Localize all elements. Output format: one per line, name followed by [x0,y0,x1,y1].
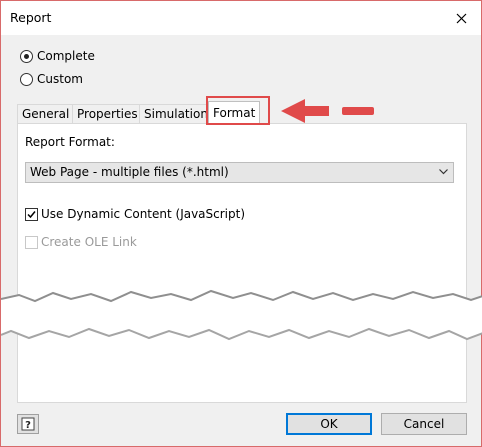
close-icon [456,13,466,23]
radio-custom[interactable]: Custom [20,72,83,86]
ole-link-label: Create OLE Link [41,235,137,249]
report-format-label: Report Format: [25,135,115,149]
radio-custom-label: Custom [37,72,83,86]
annotation-arrow-icon [281,99,374,123]
dynamic-content-checkbox[interactable] [25,207,38,221]
format-panel: Report Format: Web Page - multiple files… [17,123,467,403]
tab-general[interactable]: General [17,104,75,124]
radio-complete[interactable]: Complete [20,49,95,63]
radio-button[interactable] [20,49,33,63]
help-button[interactable]: ? [17,414,39,434]
format-tab-highlight [206,96,270,125]
checkmark-icon [27,210,36,218]
title-bar: Report [1,1,481,35]
dynamic-content-label: Use Dynamic Content (JavaScript) [41,207,246,221]
radio-button[interactable] [20,72,33,86]
ole-link-option: Create OLE Link [25,235,137,249]
dynamic-content-option[interactable]: Use Dynamic Content (JavaScript) [25,207,245,221]
ole-link-checkbox [25,235,38,249]
report-format-select[interactable]: Web Page - multiple files (*.html) [25,162,454,183]
cancel-button[interactable]: Cancel [381,413,467,435]
ok-button[interactable]: OK [286,413,372,435]
report-format-value: Web Page - multiple files (*.html) [30,165,229,179]
tab-properties[interactable]: Properties [72,104,143,124]
help-icon: ? [21,417,35,431]
window-title: Report [10,10,52,25]
report-dialog: Report Complete Custom General Propertie… [0,0,482,447]
svg-text:?: ? [25,420,31,431]
chevron-down-icon [439,169,448,175]
torn-edge-divider [1,289,482,341]
close-button[interactable] [446,4,476,32]
radio-complete-label: Complete [37,49,95,63]
